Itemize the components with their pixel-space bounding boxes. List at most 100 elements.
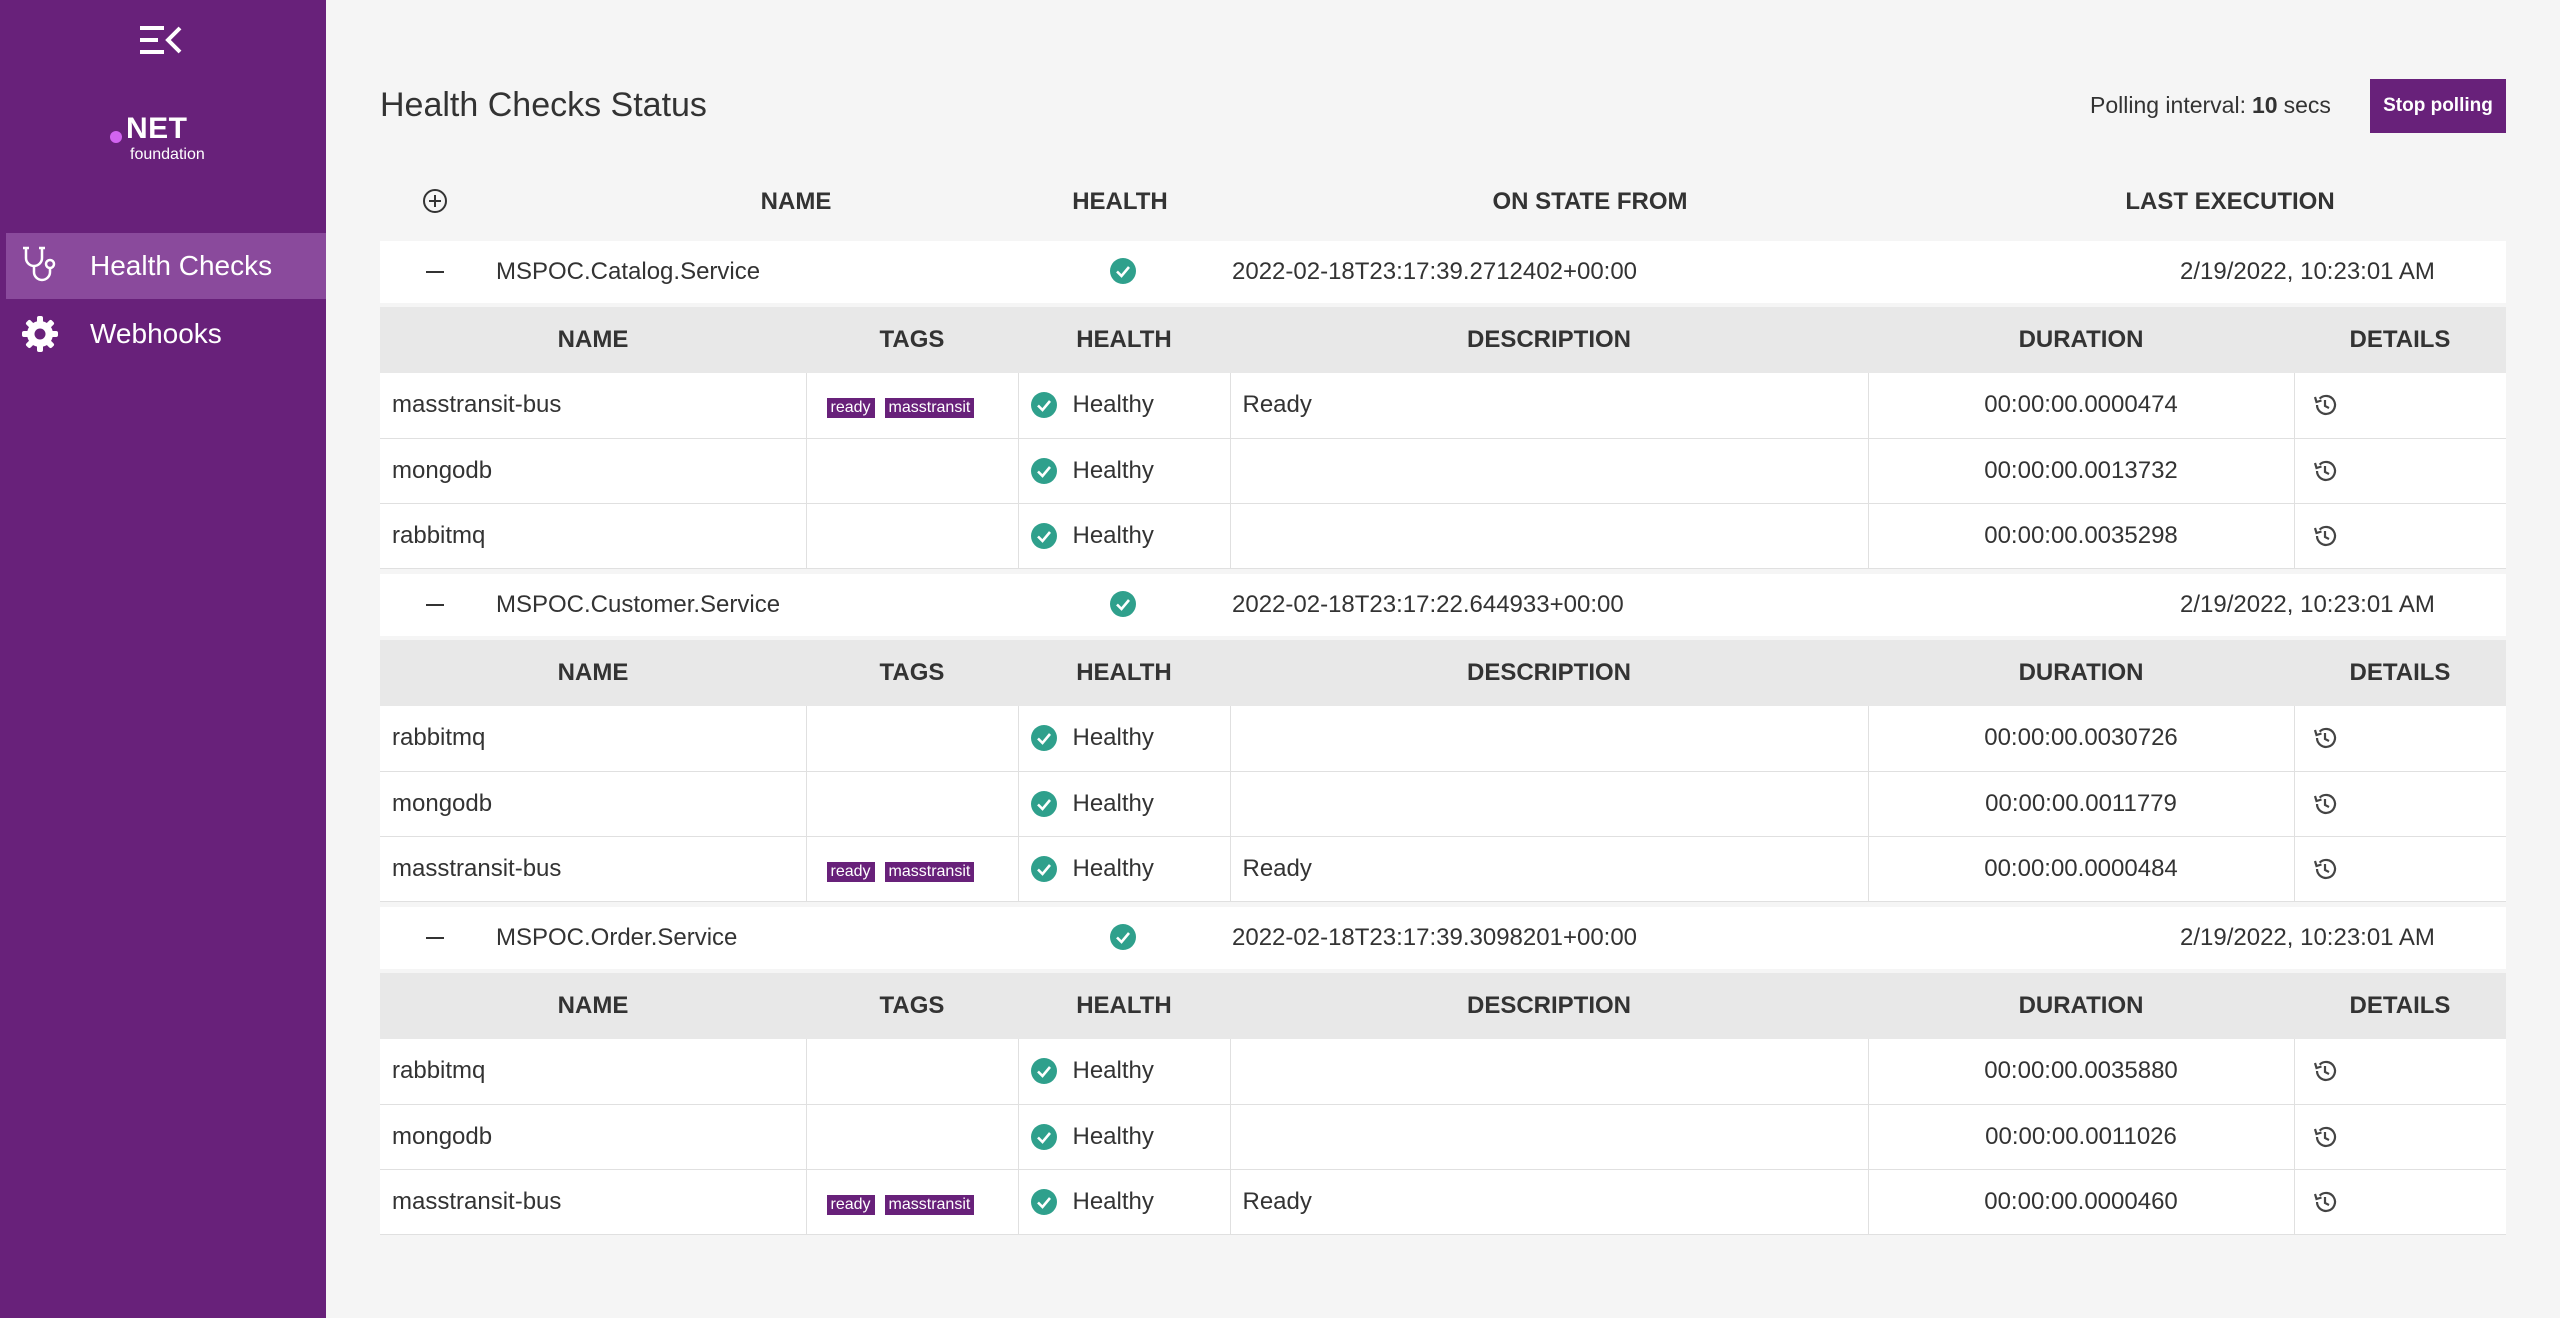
- history-icon[interactable]: [2307, 1123, 2495, 1151]
- healthy-check-icon: [1030, 392, 1057, 419]
- entry-description: Ready: [1230, 373, 1869, 439]
- service-last-execution: 2/19/2022, 10:23:01 AM: [2180, 924, 2435, 951]
- detail-col-name: NAME: [380, 307, 806, 373]
- entry-health: Healthy: [1018, 1169, 1231, 1235]
- sidebar-item-label: Webhooks: [90, 318, 222, 349]
- entry-details: [2294, 1039, 2506, 1105]
- detail-col-health: HEALTH: [1018, 307, 1230, 373]
- entry-details: [2294, 1169, 2506, 1235]
- main-content: Health Checks Status Polling interval: 1…: [326, 0, 2560, 1318]
- entry-name: rabbitmq: [380, 1039, 807, 1105]
- entry-description: [1230, 1039, 1869, 1105]
- entry-health: Healthy: [1018, 503, 1231, 569]
- history-icon[interactable]: [2307, 522, 2495, 550]
- stethoscope-icon: [18, 244, 62, 288]
- detail-header-row: NAME TAGS HEALTH DESCRIPTION DURATION DETAILS: [380, 640, 2506, 706]
- healthy-check-icon: [1030, 855, 1057, 882]
- dotnet-foundation-logo: NET foundation: [110, 112, 230, 172]
- entry-tags: ready masstransit: [806, 373, 1019, 439]
- service-name: MSPOC.Catalog.Service: [496, 258, 761, 285]
- entry-health: Healthy: [1018, 836, 1231, 902]
- entry-name: masstransit-bus: [380, 373, 807, 439]
- tag-badge: masstransit: [884, 398, 975, 419]
- page-title: Health Checks Status: [380, 86, 707, 124]
- polling-unit: secs: [2283, 92, 2331, 118]
- detail-col-description: DESCRIPTION: [1230, 973, 1868, 1039]
- healthy-check-icon: [1030, 1188, 1057, 1215]
- entry-details: [2294, 771, 2506, 837]
- entry-duration: 00:00:00.0011026: [1868, 1104, 2295, 1170]
- entry-duration: 00:00:00.0030726: [1868, 706, 2295, 772]
- sidebar-item-webhooks[interactable]: Webhooks: [6, 301, 326, 367]
- entry-health: Healthy: [1018, 373, 1231, 439]
- entry-description: [1230, 1104, 1869, 1170]
- menu-collapse-icon[interactable]: [138, 20, 184, 60]
- history-icon[interactable]: [2307, 790, 2495, 818]
- tag-badge: masstransit: [884, 1194, 975, 1215]
- entry-details: [2294, 1104, 2506, 1170]
- sidebar: NET foundation Health Checks Webhooks: [0, 0, 326, 1318]
- entry-tags: [806, 706, 1019, 772]
- entry-duration: 00:00:00.0000484: [1868, 836, 2295, 902]
- entry-name: rabbitmq: [380, 503, 807, 569]
- expand-all-icon[interactable]: [420, 186, 450, 216]
- healthy-check-icon: [1030, 1058, 1057, 1085]
- detail-col-health: HEALTH: [1018, 973, 1230, 1039]
- history-icon[interactable]: [2307, 457, 2495, 485]
- entry-duration: 00:00:00.0013732: [1868, 438, 2295, 504]
- entry-health-label: Healthy: [1072, 521, 1154, 549]
- table-row: masstransit-bus ready masstransit Healthy Re…: [380, 836, 2506, 902]
- detail-header-row: NAME TAGS HEALTH DESCRIPTION DURATION DETAILS: [380, 307, 2506, 373]
- history-icon[interactable]: [2307, 1188, 2495, 1216]
- service-row[interactable]: MSPOC.Catalog.Service 2022-02-18T23:17:39…: [380, 241, 2506, 303]
- detail-col-details: DETAILS: [2294, 640, 2506, 706]
- entry-health-label: Healthy: [1072, 1122, 1154, 1150]
- service-on-state-from: 2022-02-18T23:17:39.2712402+00:00: [1232, 258, 1638, 285]
- history-icon[interactable]: [2307, 855, 2495, 883]
- service-row[interactable]: MSPOC.Customer.Service 2022-02-18T23:17:2…: [380, 574, 2506, 636]
- table-row: rabbitmq Healthy 00:00:00.0035880: [380, 1039, 2506, 1105]
- sidebar-item-health-checks[interactable]: Health Checks: [6, 233, 326, 299]
- tag-badge: masstransit: [884, 861, 975, 882]
- entry-duration: 00:00:00.0035298: [1868, 503, 2295, 569]
- healthy-check-icon: [1110, 258, 1138, 286]
- col-name-header: NAME: [760, 188, 832, 215]
- healthy-check-icon: [1030, 725, 1057, 752]
- entry-health: Healthy: [1018, 1039, 1231, 1105]
- detail-col-name: NAME: [380, 973, 806, 1039]
- healthy-check-icon: [1030, 457, 1057, 484]
- detail-col-description: DESCRIPTION: [1230, 307, 1868, 373]
- entry-description: [1230, 706, 1869, 772]
- polling-prefix: Polling interval:: [2090, 92, 2246, 118]
- entry-health: Healthy: [1018, 1104, 1231, 1170]
- history-icon[interactable]: [2307, 391, 2495, 419]
- entry-duration: 00:00:00.0000474: [1868, 373, 2295, 439]
- service-on-state-from: 2022-02-18T23:17:39.3098201+00:00: [1232, 924, 1638, 951]
- service-detail-table: NAME TAGS HEALTH DESCRIPTION DURATION DETAILS…: [380, 307, 2506, 569]
- collapse-icon[interactable]: [420, 923, 450, 953]
- service-detail-table: NAME TAGS HEALTH DESCRIPTION DURATION DETAILS…: [380, 640, 2506, 902]
- entry-description: [1230, 503, 1869, 569]
- stop-polling-button[interactable]: Stop polling: [2370, 79, 2506, 133]
- entry-description: Ready: [1230, 836, 1869, 902]
- history-icon[interactable]: [2307, 1057, 2495, 1085]
- tag-badge: ready: [826, 398, 875, 419]
- healthy-check-icon: [1030, 790, 1057, 817]
- collapse-icon[interactable]: [420, 590, 450, 620]
- entry-health-label: Healthy: [1072, 724, 1154, 752]
- table-row: mongodb Healthy 00:00:00.0011779: [380, 771, 2506, 837]
- entry-health-label: Healthy: [1072, 1187, 1154, 1215]
- detail-col-duration: DURATION: [1868, 640, 2294, 706]
- collapse-icon[interactable]: [420, 257, 450, 287]
- service-last-execution: 2/19/2022, 10:23:01 AM: [2180, 591, 2435, 618]
- entry-tags: [806, 503, 1019, 569]
- service-row[interactable]: MSPOC.Order.Service 2022-02-18T23:17:39.3…: [380, 907, 2506, 969]
- healthy-check-icon: [1030, 522, 1057, 549]
- entry-details: [2294, 373, 2506, 439]
- entry-description: [1230, 438, 1869, 504]
- table-row: masstransit-bus ready masstransit Healthy Re…: [380, 373, 2506, 439]
- entry-health-label: Healthy: [1072, 391, 1154, 419]
- table-row: masstransit-bus ready masstransit Healthy Re…: [380, 1169, 2506, 1235]
- history-icon[interactable]: [2307, 724, 2495, 752]
- entry-name: mongodb: [380, 771, 807, 837]
